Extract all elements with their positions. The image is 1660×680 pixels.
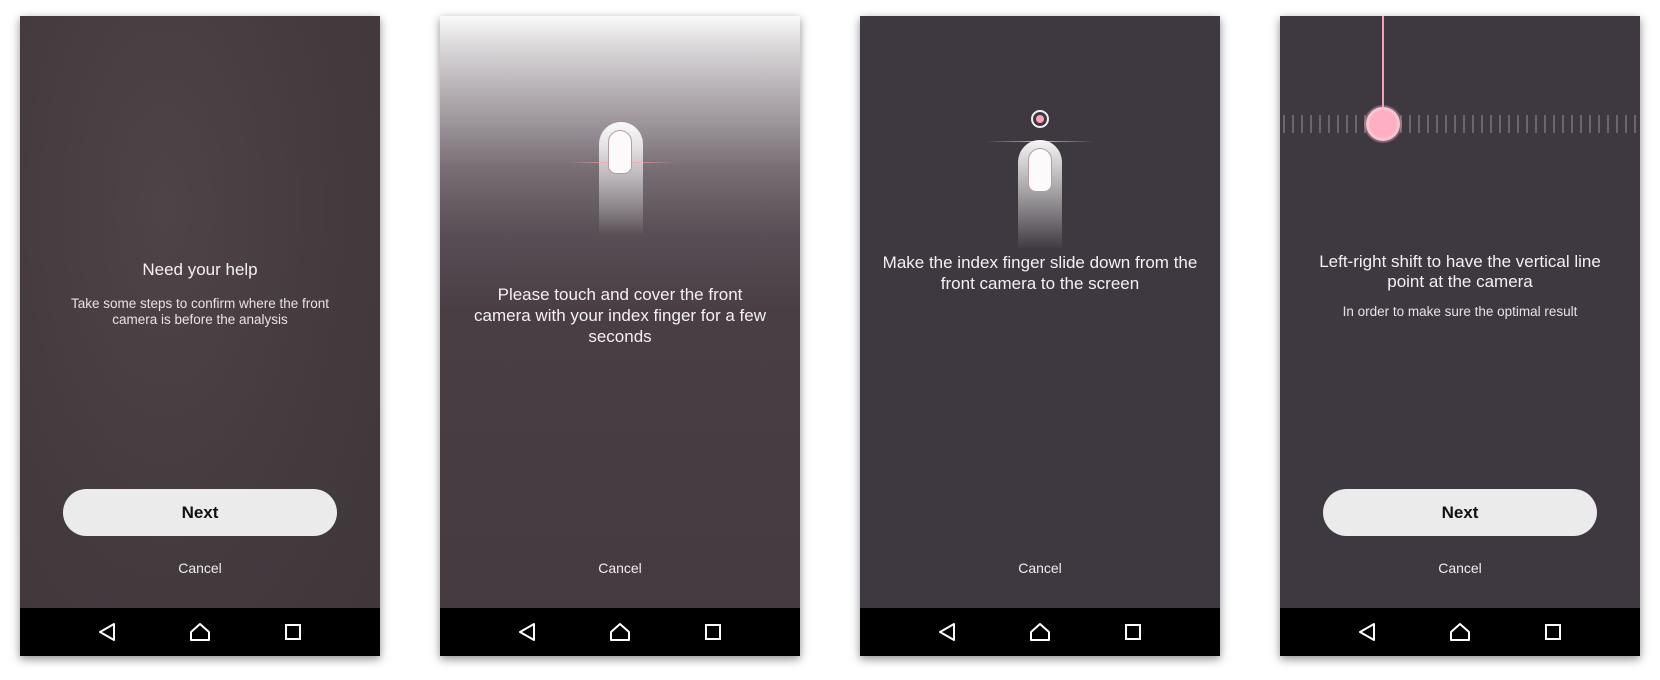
next-button[interactable]: Next	[1323, 489, 1597, 536]
next-button[interactable]: Next	[63, 489, 337, 536]
system-navbar	[20, 608, 380, 656]
cancel-link[interactable]: Cancel	[1280, 560, 1640, 576]
fingernail-icon	[608, 130, 632, 174]
back-triangle-icon[interactable]	[935, 620, 959, 644]
page-title: Need your help	[142, 260, 258, 279]
cancel-link[interactable]: Cancel	[440, 560, 800, 576]
home-icon[interactable]	[608, 620, 632, 644]
screen-cover-camera: Please touch and cover the front camera …	[440, 16, 800, 656]
back-triangle-icon[interactable]	[95, 620, 119, 644]
screen-slide-finger: Make the index finger slide down from th…	[860, 16, 1220, 656]
home-icon[interactable]	[188, 620, 212, 644]
vertical-pointer-line	[1382, 16, 1384, 114]
system-navbar	[860, 608, 1220, 656]
recents-square-icon[interactable]	[1121, 620, 1145, 644]
screen-align-line: Left-right shift to have the vertical li…	[1280, 16, 1640, 656]
instruction-text: Make the index finger slide down from th…	[882, 253, 1198, 293]
cancel-link[interactable]: Cancel	[860, 560, 1220, 576]
home-icon[interactable]	[1448, 620, 1472, 644]
recents-square-icon[interactable]	[1541, 620, 1565, 644]
back-triangle-icon[interactable]	[1355, 620, 1379, 644]
cancel-link[interactable]: Cancel	[20, 560, 380, 576]
system-navbar	[1280, 608, 1640, 656]
recents-square-icon[interactable]	[701, 620, 725, 644]
camera-position-ruler[interactable]	[1280, 112, 1640, 136]
screen-need-help: Need your help Take some steps to confir…	[20, 16, 380, 656]
page-subtitle: Take some steps to confirm where the fro…	[70, 296, 330, 327]
slider-knob-handle[interactable]	[1366, 107, 1400, 141]
fingernail-icon	[1028, 148, 1052, 192]
page-subtitle: In order to make sure the optimal result	[1342, 304, 1578, 319]
back-triangle-icon[interactable]	[515, 620, 539, 644]
instruction-text: Please touch and cover the front camera …	[474, 285, 766, 346]
home-icon[interactable]	[1028, 620, 1052, 644]
camera-dot-icon	[1031, 110, 1049, 128]
page-title: Left-right shift to have the vertical li…	[1319, 252, 1601, 291]
recents-square-icon[interactable]	[281, 620, 305, 644]
system-navbar	[440, 608, 800, 656]
